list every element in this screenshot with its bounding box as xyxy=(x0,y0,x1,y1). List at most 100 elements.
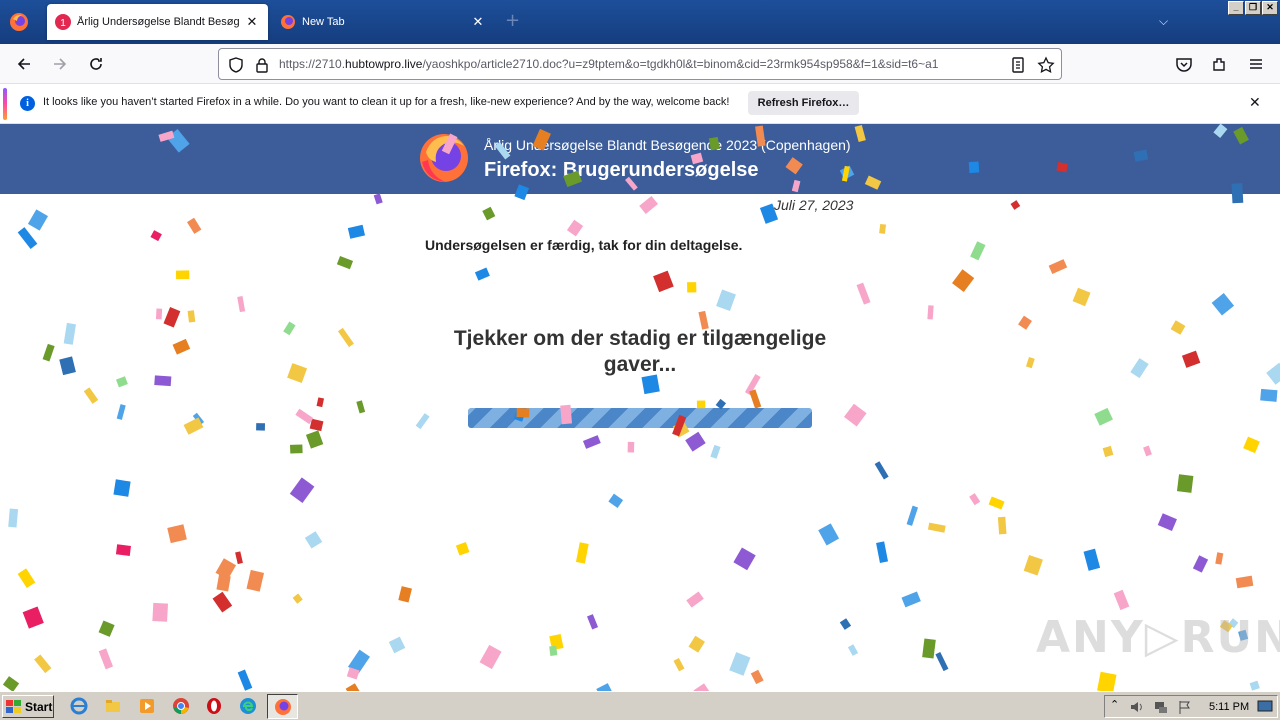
confetti-piece xyxy=(155,308,163,320)
confetti-piece xyxy=(42,343,55,362)
pocket-icon[interactable] xyxy=(1174,54,1194,74)
confetti-piece xyxy=(98,620,115,637)
confetti-piece xyxy=(1170,320,1186,335)
confetti-piece xyxy=(235,551,243,565)
progress-bar xyxy=(468,408,812,428)
confetti-piece xyxy=(336,256,354,270)
confetti-piece xyxy=(716,289,736,311)
firefox-icon xyxy=(281,15,295,29)
close-tab-icon[interactable]: ✕ xyxy=(472,14,484,30)
url-text[interactable]: https://2710.hubtowpro.live/yaoshkpo/art… xyxy=(279,57,1001,71)
tab-title: Årlig Undersøgelse Blandt Besøgende xyxy=(77,16,239,28)
taskbar-firefox-active[interactable] xyxy=(267,694,298,719)
action-center-flag-icon[interactable] xyxy=(1177,699,1193,715)
list-all-tabs-icon[interactable]: ⌵ xyxy=(1159,14,1168,29)
confetti-piece xyxy=(1192,555,1209,573)
notification-message: It looks like you haven’t started Firefo… xyxy=(43,96,730,108)
confetti-piece xyxy=(1266,362,1280,385)
tracking-protection-shield-icon[interactable] xyxy=(227,56,245,74)
firefox-icon xyxy=(275,699,291,715)
confetti-piece xyxy=(482,206,496,221)
confetti-piece xyxy=(212,591,233,613)
firefox-menu-icon[interactable] xyxy=(8,11,30,33)
confetti-piece xyxy=(1130,358,1149,379)
edge-icon[interactable] xyxy=(239,697,257,715)
new-tab-icon[interactable]: + xyxy=(505,12,520,30)
forward-icon[interactable] xyxy=(50,54,70,74)
confetti-piece xyxy=(1260,388,1278,402)
confetti-piece xyxy=(304,531,323,549)
lock-icon[interactable] xyxy=(253,56,271,74)
confetti-piece xyxy=(113,479,131,497)
page-title: Firefox: Brugerundersøgelse xyxy=(484,159,759,181)
confetti-piece xyxy=(927,522,946,533)
minimize-button[interactable]: _ xyxy=(1228,1,1244,15)
confetti-piece xyxy=(627,441,635,453)
browser-tab-bar: 1 Årlig Undersøgelse Blandt Besøgende ✕ … xyxy=(0,0,1280,44)
confetti-piece xyxy=(63,322,76,345)
confetti-piece xyxy=(639,196,658,214)
confetti-piece xyxy=(17,568,36,588)
confetti-piece xyxy=(874,461,889,480)
confetti-piece xyxy=(608,493,624,508)
internet-explorer-icon[interactable] xyxy=(70,697,88,715)
confetti-piece xyxy=(83,387,99,404)
refresh-firefox-button[interactable]: Refresh Firefox… xyxy=(748,91,859,115)
start-button[interactable]: Start xyxy=(2,695,54,718)
extensions-icon[interactable] xyxy=(1210,54,1230,74)
confetti-piece xyxy=(347,224,366,239)
volume-icon[interactable] xyxy=(1129,699,1145,715)
confetti-piece xyxy=(997,516,1007,535)
confetti-piece xyxy=(388,636,406,654)
confetti-piece xyxy=(295,408,314,425)
confetti-piece xyxy=(1143,445,1152,457)
back-icon[interactable] xyxy=(14,54,34,74)
close-window-button[interactable]: ✕ xyxy=(1262,1,1278,15)
confetti-piece xyxy=(163,307,181,328)
confetti-piece xyxy=(1048,259,1068,275)
confetti-piece xyxy=(876,541,889,563)
confetti-piece xyxy=(283,321,296,336)
confetti-piece xyxy=(175,270,190,280)
confetti-piece xyxy=(710,444,721,459)
confetti-piece xyxy=(1211,293,1235,316)
confetti-piece xyxy=(733,547,756,571)
media-player-icon[interactable] xyxy=(138,697,156,715)
windows-taskbar: Start ⌃ 5:11 PM xyxy=(0,691,1280,720)
restore-button[interactable]: ❐ xyxy=(1245,1,1261,15)
confetti-piece xyxy=(575,542,589,564)
confetti-piece xyxy=(183,417,204,435)
file-explorer-icon[interactable] xyxy=(104,697,122,715)
confetti-piece xyxy=(1157,513,1177,532)
confetti-piece xyxy=(970,241,986,261)
opera-icon[interactable] xyxy=(205,697,223,715)
confetti-piece xyxy=(154,375,172,387)
completion-message: Undersøgelsen er færdig, tak for din del… xyxy=(425,237,743,253)
network-icon[interactable] xyxy=(1153,699,1169,715)
confetti-piece xyxy=(237,296,246,313)
hamburger-menu-icon[interactable] xyxy=(1246,54,1266,74)
show-desktop-icon[interactable] xyxy=(1257,700,1273,714)
show-hidden-icons-icon[interactable]: ⌃ xyxy=(1110,698,1119,711)
tab-survey[interactable]: 1 Årlig Undersøgelse Blandt Besøgende ✕ xyxy=(47,4,268,40)
confetti-piece xyxy=(1097,671,1117,691)
confetti-piece xyxy=(693,683,715,691)
confetti-piece xyxy=(415,413,430,430)
confetti-piece xyxy=(115,544,131,556)
info-icon: i xyxy=(20,96,35,111)
close-notification-icon[interactable]: ✕ xyxy=(1249,95,1261,111)
confetti-piece xyxy=(1243,436,1260,454)
reader-view-icon[interactable] xyxy=(1009,56,1027,74)
navigation-toolbar: https://2710.hubtowpro.live/yaoshkpo/art… xyxy=(0,44,1280,84)
close-tab-icon[interactable]: ✕ xyxy=(246,14,258,30)
confetti-piece xyxy=(729,652,751,676)
reload-icon[interactable] xyxy=(86,54,106,74)
confetti-piece xyxy=(348,649,370,674)
tab-new-tab[interactable]: New Tab ✕ xyxy=(272,4,494,40)
tab-badge-count: 1 xyxy=(60,18,66,29)
confetti-piece xyxy=(152,602,169,622)
bookmark-star-icon[interactable] xyxy=(1037,56,1055,74)
confetti-piece xyxy=(687,282,697,293)
chrome-icon[interactable] xyxy=(172,697,190,715)
url-bar[interactable]: https://2710.hubtowpro.live/yaoshkpo/art… xyxy=(218,48,1062,80)
